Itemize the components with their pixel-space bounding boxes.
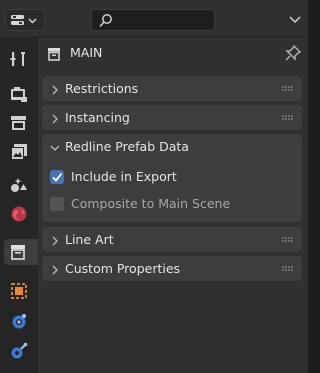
physics-icon [12,314,26,329]
tab-tool[interactable] [5,46,33,72]
composite-to-main-scene-label: Composite to Main Scene [71,196,231,211]
tab-output[interactable] [5,110,33,136]
composite-to-main-scene-row[interactable]: Composite to Main Scene [50,194,290,214]
composite-to-main-scene-checkbox[interactable] [50,197,64,211]
search-icon [99,14,112,28]
search-input[interactable] [91,9,215,31]
panel-title: Redline Prefab Data [65,139,189,154]
tab-physics[interactable] [5,308,33,334]
properties-main: MAIN Restrictions Instancing Redline Pre… [38,38,308,373]
editor-header [0,0,308,38]
tab-constraints[interactable] [5,338,33,364]
chevron-down-icon [50,145,60,151]
panel-title: Restrictions [65,81,139,96]
pin-icon[interactable] [284,44,302,62]
panel-line-art: Line Art [42,227,302,252]
object-icon [11,283,27,299]
tab-view-layer[interactable] [5,139,33,165]
chevron-right-icon [52,114,58,124]
panel-instancing: Instancing [42,105,302,130]
drag-handle-icon[interactable] [282,115,294,121]
context-breadcrumb: MAIN [38,38,308,68]
scene-icon [11,178,27,192]
tab-object[interactable] [5,278,33,304]
tab-render[interactable] [5,81,33,107]
tab-world[interactable] [5,201,33,227]
constraints-icon [11,342,28,359]
collection-icon [11,245,25,260]
properties-editor-icon [11,15,37,25]
tab-collection[interactable] [4,239,38,265]
checkmark-icon [52,172,63,182]
editor-type-dropdown[interactable] [5,9,45,31]
chevron-right-icon [52,85,58,95]
drag-handle-icon[interactable] [282,86,294,92]
panel-redline-prefab-data: Redline Prefab Data Include in Export Co… [42,134,302,222]
output-icon [11,116,26,130]
include-in-export-row[interactable]: Include in Export [50,167,290,187]
panel-custom-properties: Custom Properties [42,256,302,281]
panel-header-instancing[interactable]: Instancing [42,105,302,131]
panel-title: Instancing [65,110,130,125]
context-title: MAIN [70,45,103,60]
panel-header-custom-properties[interactable]: Custom Properties [42,256,302,282]
chevron-right-icon [52,236,58,246]
panel-restrictions: Restrictions [42,76,302,101]
drag-handle-icon[interactable] [282,266,294,272]
collection-icon [48,48,60,61]
panel-header-line-art[interactable]: Line Art [42,227,302,253]
include-in-export-checkbox[interactable] [50,170,64,184]
chevron-right-icon [52,265,58,275]
view-layer-icon [11,144,27,160]
tab-scene[interactable] [5,172,33,198]
panel-header-restrictions[interactable]: Restrictions [42,76,302,102]
include-in-export-label: Include in Export [71,169,177,184]
tool-icon [10,52,25,66]
world-icon [11,206,27,222]
properties-tab-bar [0,38,38,373]
options-menu-button[interactable] [286,10,304,30]
render-icon [11,87,27,102]
chevron-down-icon [289,16,301,24]
panel-header-redline-prefab-data[interactable]: Redline Prefab Data [42,134,302,160]
panel-title: Custom Properties [65,261,181,276]
drag-handle-icon[interactable] [282,237,294,243]
properties-editor: MAIN Restrictions Instancing Redline Pre… [0,0,308,373]
panel-title: Line Art [65,232,114,247]
